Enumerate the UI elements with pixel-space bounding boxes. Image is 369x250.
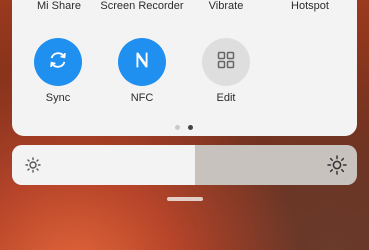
- screen-recorder-label[interactable]: Screen Recorder: [97, 0, 187, 12]
- nfc-toggle-button[interactable]: [118, 38, 166, 86]
- vibrate-label[interactable]: Vibrate: [181, 0, 271, 12]
- nfc-icon: [131, 49, 153, 76]
- edit-button[interactable]: [202, 38, 250, 86]
- hotspot-label[interactable]: Hotspot: [265, 0, 355, 12]
- page-dot-1[interactable]: [175, 125, 180, 130]
- grid-icon: [217, 51, 235, 74]
- sync-icon: [47, 49, 69, 76]
- drag-handle[interactable]: [167, 197, 203, 201]
- mi-share-label[interactable]: Mi Share: [14, 0, 104, 12]
- edit-label: Edit: [216, 92, 236, 104]
- brightness-high-icon: [327, 155, 347, 180]
- quick-settings-panel: Mi Share Screen Recorder Vibrate Hotspot…: [12, 0, 357, 136]
- sync-label: Sync: [45, 92, 71, 104]
- page-dot-2-active[interactable]: [188, 125, 193, 130]
- brightness-low-icon: [25, 157, 41, 178]
- sync-toggle-button[interactable]: [34, 38, 82, 86]
- page-indicator: [0, 125, 369, 131]
- nfc-label: NFC: [130, 92, 154, 104]
- brightness-slider[interactable]: [12, 145, 357, 185]
